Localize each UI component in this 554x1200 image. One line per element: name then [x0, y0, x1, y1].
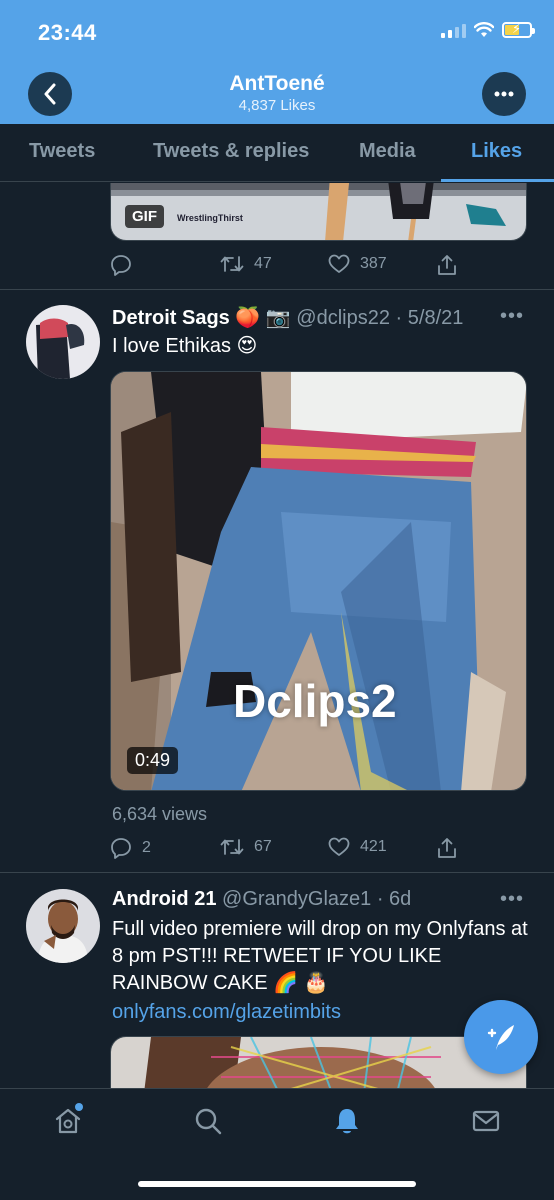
reply-button[interactable] — [110, 254, 132, 276]
heart-icon — [328, 254, 350, 273]
search-icon — [195, 1108, 222, 1135]
tweet-header: Detroit Sags 🍑 📷 @dclips22 · 5/8/21 — [112, 305, 463, 330]
tweet-header: Android 21 @GrandyGlaze1 · 6d — [112, 888, 411, 911]
compose-tweet-button[interactable] — [464, 1000, 538, 1074]
home-unread-dot — [75, 1103, 83, 1111]
tweet-actions: 47 387 — [110, 254, 470, 282]
search-tab[interactable] — [192, 1105, 224, 1137]
active-tab-indicator — [441, 179, 554, 182]
profile-likes-count: 4,837 Likes — [238, 97, 316, 114]
tab-media[interactable]: Media — [359, 140, 416, 163]
tweet-author-name[interactable]: Android 21 — [112, 888, 216, 910]
media-watermark: WrestlingThirst — [177, 213, 243, 223]
tweet-author-name[interactable]: Detroit Sags 🍑 📷 — [112, 307, 291, 329]
share-icon — [438, 838, 456, 858]
like-count: 387 — [360, 255, 387, 272]
battery-icon: ⚡ — [502, 21, 535, 38]
share-button[interactable] — [436, 254, 458, 276]
tweet-more-button[interactable]: ••• — [500, 305, 524, 328]
retweet-count: 47 — [254, 255, 272, 272]
retweet-count: 67 — [254, 838, 272, 855]
status-icons: ⚡ — [441, 21, 535, 38]
cellular-signal-icon — [441, 22, 466, 38]
reply-icon — [111, 255, 131, 276]
profile-header: 23:44 ⚡ AntToené 4,837 Likes — [0, 0, 554, 124]
tweet-video-media[interactable]: Dclips2 0:49 — [110, 371, 527, 791]
tweet-actions: 2 67 421 — [110, 837, 470, 865]
video-watermark: Dclips2 — [233, 675, 397, 727]
profile-name: AntToené — [229, 72, 325, 95]
like-button[interactable]: 387 — [328, 254, 387, 274]
tab-tweets-replies[interactable]: Tweets & replies — [153, 140, 309, 163]
gif-badge: GIF — [125, 205, 164, 228]
video-thumbnail-image — [111, 372, 526, 790]
avatar[interactable] — [26, 305, 100, 379]
tab-tweets[interactable]: Tweets — [29, 140, 95, 163]
tab-likes[interactable]: Likes — [471, 140, 522, 163]
retweet-button[interactable]: 47 — [220, 254, 272, 274]
share-button[interactable] — [436, 837, 458, 859]
tweet-date: · 5/8/21 — [395, 307, 464, 329]
share-icon — [438, 255, 456, 275]
video-view-count: 6,634 views — [112, 804, 208, 824]
tweet-divider — [0, 872, 554, 873]
wifi-icon — [474, 22, 494, 37]
gif-preview-image — [111, 183, 526, 240]
ellipsis-icon — [494, 91, 514, 97]
reply-count: 2 — [142, 839, 151, 856]
tweet-author-handle[interactable]: @GrandyGlaze1 — [222, 888, 371, 910]
video-duration-badge: 0:49 — [127, 747, 179, 774]
reply-icon — [111, 838, 131, 859]
home-indicator[interactable] — [138, 1181, 416, 1187]
like-button[interactable]: 421 — [328, 837, 387, 857]
more-options-button[interactable] — [482, 72, 526, 116]
messages-tab[interactable] — [470, 1105, 502, 1137]
status-time: 23:44 — [38, 20, 97, 45]
avatar-image — [26, 305, 100, 379]
mail-icon — [472, 1110, 500, 1132]
tweet-divider — [0, 289, 554, 290]
tweet-gif-media[interactable]: GIF WrestlingThirst — [110, 183, 527, 241]
avatar-image — [26, 889, 100, 963]
retweet-icon — [220, 839, 244, 855]
tweet-author-handle[interactable]: @dclips22 — [296, 307, 390, 329]
tweet-date: · 6d — [376, 888, 412, 910]
like-count: 421 — [360, 838, 387, 855]
tweet-text: Full video premiere will drop on my Only… — [112, 918, 528, 994]
notifications-tab[interactable] — [331, 1105, 363, 1137]
avatar[interactable] — [26, 889, 100, 963]
retweet-button[interactable]: 67 — [220, 837, 272, 857]
retweet-icon — [220, 256, 244, 272]
tweet-feed[interactable]: GIF WrestlingThirst 47 387 Detroit Sags … — [0, 183, 554, 1088]
bell-icon — [336, 1109, 358, 1134]
profile-tabs: Tweets Tweets & replies Media Likes — [0, 124, 554, 182]
reply-button[interactable]: 2 — [110, 837, 151, 859]
heart-icon — [328, 837, 350, 856]
compose-feather-icon — [487, 1025, 514, 1050]
tweet-text: I love Ethikas 😍 — [112, 335, 258, 357]
tweet-more-button[interactable]: ••• — [500, 888, 524, 911]
